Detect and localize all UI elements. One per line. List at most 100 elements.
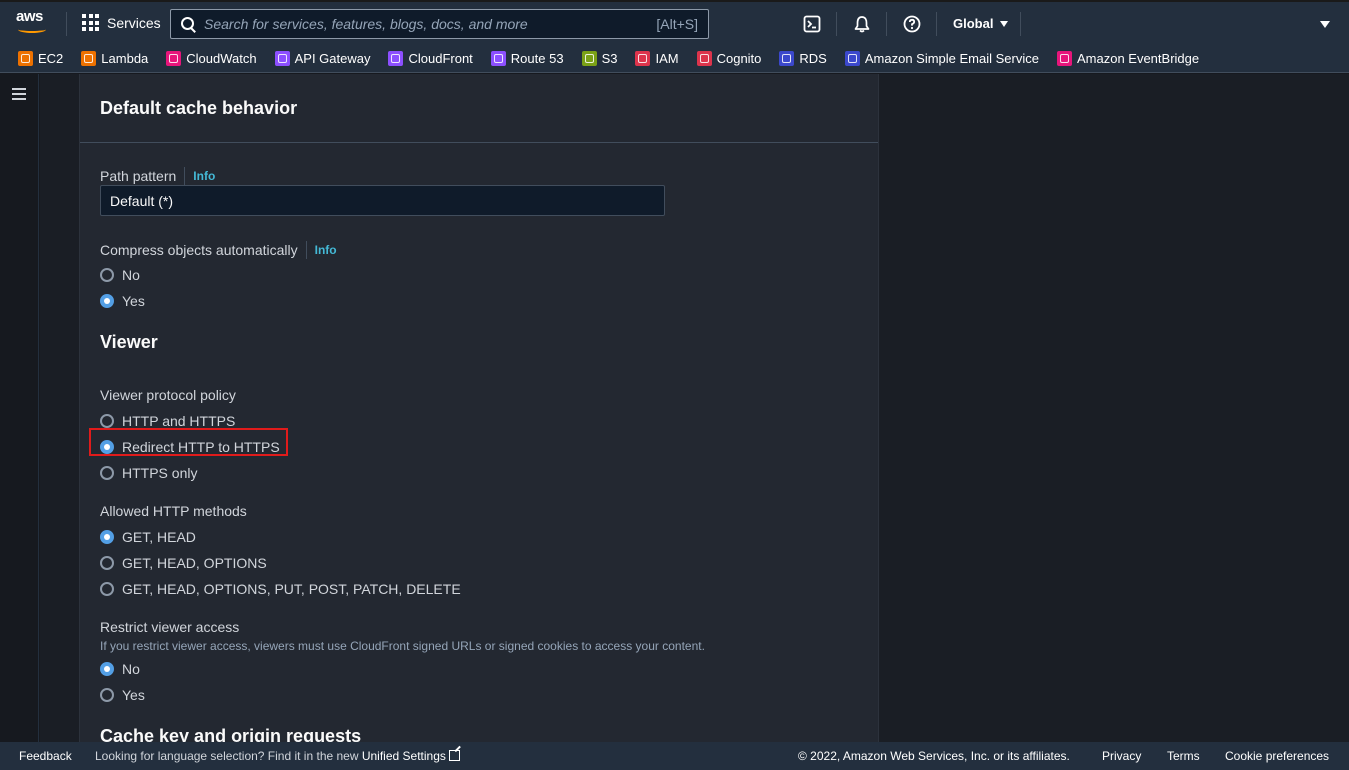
- radio-label: No: [122, 267, 140, 283]
- search-input[interactable]: [204, 16, 657, 32]
- favorite-route-53[interactable]: Route 53: [490, 50, 564, 66]
- favorites-bar: EC2 Lambda CloudWatch API Gateway CloudF…: [0, 44, 1349, 73]
- cloudwatch-service-icon: [166, 50, 182, 66]
- region-label: Global: [953, 16, 994, 31]
- favorite-ses[interactable]: Amazon Simple Email Service: [844, 50, 1039, 66]
- side-navigation-rail: [0, 74, 39, 742]
- unified-settings-text: Unified Settings: [361, 749, 446, 763]
- get-head-options-radio[interactable]: GET, HEAD, OPTIONS: [100, 555, 267, 571]
- copyright-text: © 2022, Amazon Web Services, Inc. or its…: [798, 749, 1070, 763]
- path-pattern-label: Path pattern Info: [100, 167, 215, 185]
- nav-divider: [936, 12, 937, 36]
- radio-label: HTTP and HTTPS: [122, 413, 236, 429]
- account-menu-caret-icon[interactable]: [1320, 21, 1330, 28]
- restrict-yes-radio[interactable]: Yes: [100, 687, 145, 703]
- grid-icon: [82, 14, 99, 31]
- s3-service-icon: [581, 50, 597, 66]
- viewer-protocol-policy-label: Viewer protocol policy: [100, 387, 236, 403]
- restrict-viewer-access-text: Restrict viewer access: [100, 619, 240, 635]
- cloudfront-service-icon: [388, 50, 404, 66]
- help-icon[interactable]: [903, 15, 921, 33]
- top-navigation: aws Services [Alt+S] Global: [0, 0, 1349, 44]
- cloudshell-icon[interactable]: [803, 15, 821, 33]
- http-and-https-radio[interactable]: HTTP and HTTPS: [100, 413, 235, 429]
- viewer-section-title: Viewer: [100, 332, 158, 352]
- route-53-service-icon: [490, 50, 506, 66]
- radio-label: Yes: [122, 293, 145, 309]
- favorite-api-gateway[interactable]: API Gateway: [274, 50, 370, 66]
- allowed-http-methods-text: Allowed HTTP methods: [100, 503, 247, 519]
- language-message-text: Looking for language selection? Find it …: [95, 749, 362, 763]
- all-methods-radio[interactable]: GET, HEAD, OPTIONS, PUT, POST, PATCH, DE…: [100, 581, 461, 597]
- radio-button-checked[interactable]: [100, 662, 114, 676]
- radio-button[interactable]: [100, 414, 114, 428]
- allowed-http-methods-label: Allowed HTTP methods: [100, 503, 247, 519]
- lambda-service-icon: [81, 50, 97, 66]
- favorite-cognito[interactable]: Cognito: [696, 50, 761, 66]
- restrict-viewer-access-label: Restrict viewer access: [100, 619, 239, 635]
- iam-service-icon: [635, 50, 651, 66]
- feedback-link[interactable]: Feedback: [19, 749, 72, 763]
- cookie-preferences-link[interactable]: Cookie preferences: [1225, 749, 1329, 763]
- compress-no-radio[interactable]: No: [100, 267, 140, 283]
- radio-button[interactable]: [100, 556, 114, 570]
- language-message: Looking for language selection? Find it …: [95, 749, 460, 763]
- api-gateway-service-icon: [274, 50, 290, 66]
- notifications-bell-icon[interactable]: [853, 15, 871, 33]
- nav-divider: [66, 12, 67, 36]
- aws-smile-icon: [18, 26, 46, 33]
- favorite-rds[interactable]: RDS: [779, 50, 827, 66]
- menu-hamburger-icon[interactable]: [12, 88, 26, 100]
- services-button[interactable]: Services: [82, 14, 161, 31]
- terms-link[interactable]: Terms: [1167, 749, 1200, 763]
- path-pattern-info-link[interactable]: Info: [184, 167, 215, 185]
- panel-header: Default cache behavior: [80, 74, 878, 143]
- radio-button[interactable]: [100, 268, 114, 282]
- viewer-protocol-policy-text: Viewer protocol policy: [100, 387, 236, 403]
- restrict-no-radio[interactable]: No: [100, 661, 140, 677]
- radio-label: HTTPS only: [122, 465, 198, 481]
- compress-objects-label: Compress objects automatically Info: [100, 241, 337, 259]
- favorite-s3[interactable]: S3: [581, 50, 617, 66]
- search-shortcut: [Alt+S]: [656, 16, 698, 32]
- search-bar[interactable]: [Alt+S]: [170, 9, 709, 39]
- path-pattern-input[interactable]: [100, 185, 665, 216]
- favorite-ec2[interactable]: EC2: [18, 50, 63, 66]
- radio-label: GET, HEAD, OPTIONS, PUT, POST, PATCH, DE…: [122, 581, 461, 597]
- region-selector[interactable]: Global: [953, 16, 1009, 31]
- get-head-radio[interactable]: GET, HEAD: [100, 529, 196, 545]
- nav-divider: [836, 12, 837, 36]
- radio-label: GET, HEAD: [122, 529, 196, 545]
- footer: Feedback Looking for language selection?…: [0, 742, 1349, 770]
- privacy-link[interactable]: Privacy: [1102, 749, 1141, 763]
- rds-service-icon: [779, 50, 795, 66]
- aws-logo[interactable]: aws: [16, 8, 50, 36]
- favorite-eventbridge[interactable]: Amazon EventBridge: [1056, 50, 1199, 66]
- radio-button[interactable]: [100, 582, 114, 596]
- favorite-iam[interactable]: IAM: [635, 50, 679, 66]
- restrict-viewer-access-hint: If you restrict viewer access, viewers m…: [100, 639, 705, 653]
- search-icon: [181, 16, 196, 32]
- favorite-cloudwatch[interactable]: CloudWatch: [166, 50, 257, 66]
- compress-objects-text: Compress objects automatically: [100, 242, 298, 258]
- radio-button-checked[interactable]: [100, 294, 114, 308]
- panel-title: Default cache behavior: [100, 98, 298, 118]
- radio-button[interactable]: [100, 466, 114, 480]
- unified-settings-link[interactable]: Unified Settings: [362, 749, 460, 763]
- aws-logo-text: aws: [16, 8, 43, 25]
- path-pattern-text: Path pattern: [100, 168, 177, 184]
- favorite-cloudfront[interactable]: CloudFront: [388, 50, 473, 66]
- radio-button[interactable]: [100, 688, 114, 702]
- radio-label: GET, HEAD, OPTIONS: [122, 555, 267, 571]
- compress-info-link[interactable]: Info: [305, 241, 337, 259]
- nav-divider: [1020, 12, 1021, 36]
- default-cache-behavior-panel: Default cache behavior Path pattern Info…: [79, 74, 879, 742]
- cache-key-section-title: Cache key and origin requests: [100, 726, 362, 742]
- radio-button-checked[interactable]: [100, 530, 114, 544]
- favorite-lambda[interactable]: Lambda: [81, 50, 148, 66]
- services-label: Services: [107, 14, 161, 31]
- cognito-service-icon: [696, 50, 712, 66]
- https-only-radio[interactable]: HTTPS only: [100, 465, 197, 481]
- compress-yes-radio[interactable]: Yes: [100, 293, 145, 309]
- radio-label: Yes: [122, 687, 145, 703]
